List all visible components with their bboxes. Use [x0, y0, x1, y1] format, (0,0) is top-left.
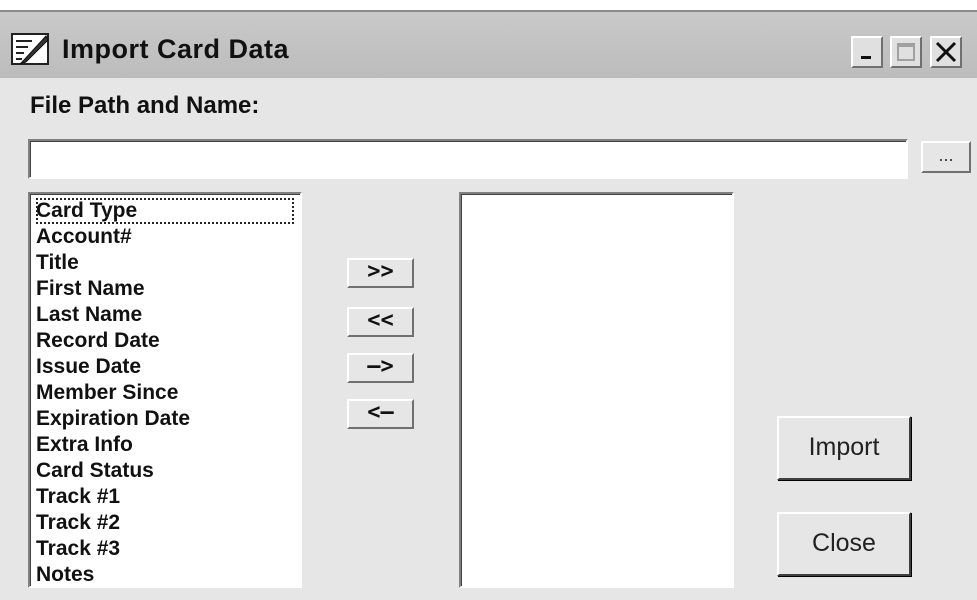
available-fields-list[interactable]: Card Type Account# Title First Name Last…	[28, 192, 302, 588]
file-path-input[interactable]	[28, 139, 908, 179]
window-title: Import Card Data	[62, 34, 290, 64]
edit-document-icon	[11, 33, 49, 65]
list-item[interactable]: Track #1	[36, 484, 300, 510]
window-top-edge	[0, 0, 977, 10]
list-item[interactable]: Track #2	[36, 510, 300, 536]
list-item[interactable]: Notes	[36, 562, 300, 588]
browse-button[interactable]: ...	[921, 141, 971, 173]
list-item[interactable]: Card Type	[36, 198, 294, 224]
add-all-button[interactable]: >>	[347, 258, 414, 288]
file-path-label: File Path and Name:	[30, 92, 260, 119]
remove-selected-button[interactable]: <—	[347, 399, 414, 429]
list-item[interactable]: Record Date	[36, 328, 300, 354]
minimize-button[interactable]	[851, 36, 883, 68]
selected-fields-list[interactable]	[459, 192, 734, 588]
list-item[interactable]: Last Name	[36, 302, 300, 328]
list-item[interactable]: Issue Date	[36, 354, 300, 380]
import-card-data-dialog: Import Card Data File Path and Name: ...…	[0, 0, 977, 600]
remove-all-button[interactable]: <<	[347, 307, 414, 337]
close-button[interactable]: Close	[777, 512, 911, 576]
list-item[interactable]: Extra Info	[36, 432, 300, 458]
list-item[interactable]: Title	[36, 250, 300, 276]
list-item[interactable]: Account#	[36, 224, 300, 250]
list-item[interactable]: Track #3	[36, 536, 300, 562]
list-item[interactable]: First Name	[36, 276, 300, 302]
close-icon	[935, 41, 957, 63]
list-item[interactable]: Member Since	[36, 380, 300, 406]
import-button[interactable]: Import	[777, 416, 911, 480]
add-selected-button[interactable]: —>	[347, 353, 414, 383]
close-window-button[interactable]	[930, 36, 962, 68]
list-item[interactable]: Expiration Date	[36, 406, 300, 432]
maximize-icon	[897, 43, 915, 61]
maximize-button[interactable]	[890, 36, 922, 68]
minimize-icon	[861, 56, 871, 59]
title-bar[interactable]: Import Card Data	[0, 10, 977, 78]
list-item[interactable]: Card Status	[36, 458, 300, 484]
